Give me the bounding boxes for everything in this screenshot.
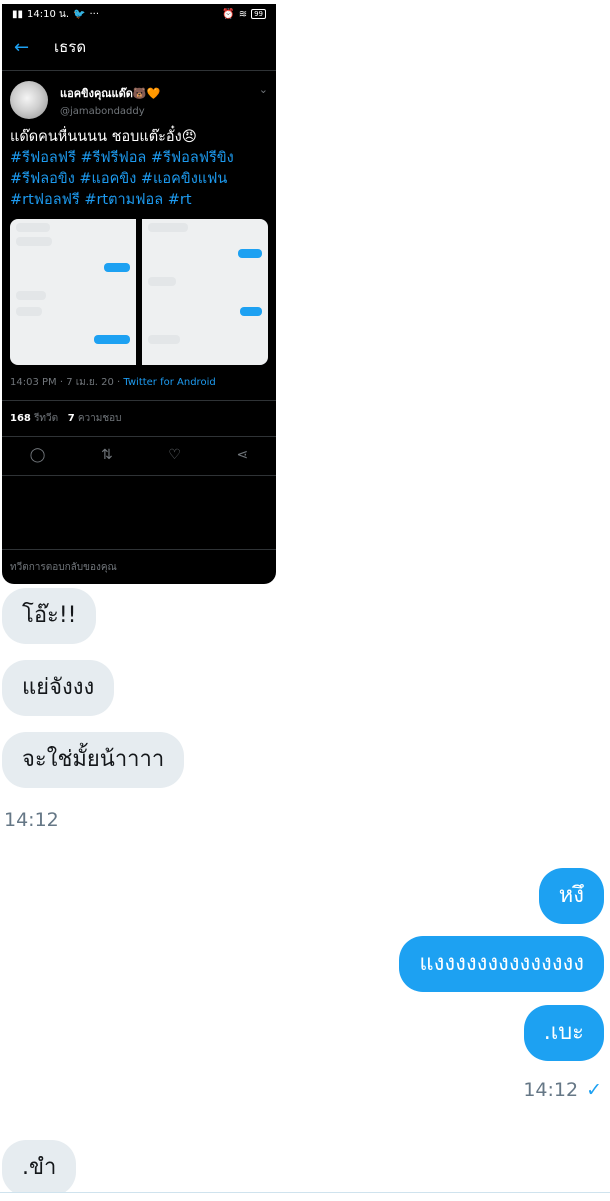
hashtags-line-1: #รีฟอลฟรี #รีฟรีฟอล #รีฟอลฟรีขิง <box>10 150 234 166</box>
thread-title: เธรด <box>54 38 87 56</box>
reply-icon: ◯ <box>29 447 46 463</box>
message-timestamp: 14:12 <box>523 1079 579 1101</box>
retweet-count: 168 <box>10 413 31 424</box>
incoming-message[interactable]: แย่จังงง <box>2 660 115 716</box>
tweet-actions: ◯ ⇅ ♡ ⋖ <box>2 437 276 476</box>
share-icon: ⋖ <box>236 447 249 463</box>
outgoing-message[interactable]: หงึ <box>538 868 604 924</box>
avatar <box>10 81 48 119</box>
user-handle: @jamabondaddy <box>60 106 145 117</box>
display-name: แอคขิงคุณแด๊ด🐻🧡 <box>60 87 161 100</box>
mini-bubble <box>16 307 42 316</box>
status-time: 14:10 น. <box>27 8 70 20</box>
back-arrow-icon: ← <box>14 36 30 58</box>
retweet-label: รีทวีต <box>34 413 59 424</box>
incoming-message[interactable]: .ขำ <box>2 1140 77 1196</box>
media-image-right <box>142 219 268 365</box>
like-label: ความชอบ <box>77 413 122 424</box>
tweet-counts: 168 รีทวีต 7 ความชอบ <box>2 401 276 437</box>
tweet-source: Twitter for Android <box>123 377 216 388</box>
media-image-left <box>10 219 136 365</box>
mini-bubble <box>16 237 52 246</box>
mini-bubble <box>240 307 262 316</box>
retweet-icon: ⇅ <box>101 447 113 463</box>
message-timestamp: 14:12 <box>4 809 59 831</box>
tweet-media <box>10 219 268 365</box>
reply-input: ทวีตการตอบกลับของคุณ <box>2 549 276 584</box>
tweet-timestamp: 14:03 PM · 7 เม.ย. 20 · <box>10 377 124 388</box>
mini-bubble <box>16 291 46 300</box>
incoming-message[interactable]: จะใช่มั้ยน้าาาา <box>2 732 185 788</box>
hashtags-line-2: #รีฟลอขิง #แอคขิง #แอคขิงแฟน <box>10 171 228 187</box>
mini-bubble <box>104 263 130 272</box>
mini-bubble <box>148 223 188 232</box>
like-icon: ♡ <box>168 447 181 463</box>
signal-icon: ▮▮ <box>12 8 24 20</box>
tweet-body: แด๊ดคนหื่นนนน ชอบแต๊ะอั๋ง😠 #รีฟอลฟรี #รี… <box>2 119 276 211</box>
alarm-icon: ⏰ <box>222 8 235 20</box>
tweet-text: แด๊ดคนหื่นนนน ชอบแต๊ะอั๋ง😠 <box>10 129 197 145</box>
outgoing-message[interactable]: แงงงงงงงงงงงงงง <box>399 936 604 992</box>
battery-icon: 99 <box>251 9 266 19</box>
more-dots-icon: ··· <box>89 8 100 20</box>
outgoing-message[interactable]: .เบะ <box>523 1005 604 1061</box>
wifi-icon: ≋ <box>238 8 248 20</box>
tweet-screenshot-image[interactable]: ▮▮ 14:10 น. 🐦 ··· ⏰ ≋ 99 ← เธรด แอคขิงคุ… <box>2 4 276 584</box>
mini-bubble <box>148 277 176 286</box>
mini-bubble <box>94 335 130 344</box>
read-check-icon: ✓ <box>586 1079 602 1101</box>
mini-bubble <box>16 223 50 232</box>
status-bar: ▮▮ 14:10 น. 🐦 ··· ⏰ ≋ 99 <box>2 4 276 24</box>
incoming-message[interactable]: โอ๊ะ!! <box>2 588 97 644</box>
twitter-bird-icon: 🐦 <box>73 8 86 20</box>
hashtags-line-3: #rtฟอลฟรี #rtตามฟอล #rt <box>10 192 192 208</box>
tweet-meta: 14:03 PM · 7 เม.ย. 20 · Twitter for Andr… <box>2 365 276 401</box>
tweet-author: แอคขิงคุณแด๊ด🐻🧡 @jamabondaddy ⌄ <box>2 71 276 119</box>
mini-bubble <box>238 249 262 258</box>
mini-bubble <box>148 335 180 344</box>
like-count: 7 <box>67 413 75 424</box>
message-timestamp-row: 14:12 ✓ <box>523 1079 602 1101</box>
thread-header: ← เธรด <box>2 24 276 71</box>
chevron-down-icon: ⌄ <box>258 83 268 96</box>
